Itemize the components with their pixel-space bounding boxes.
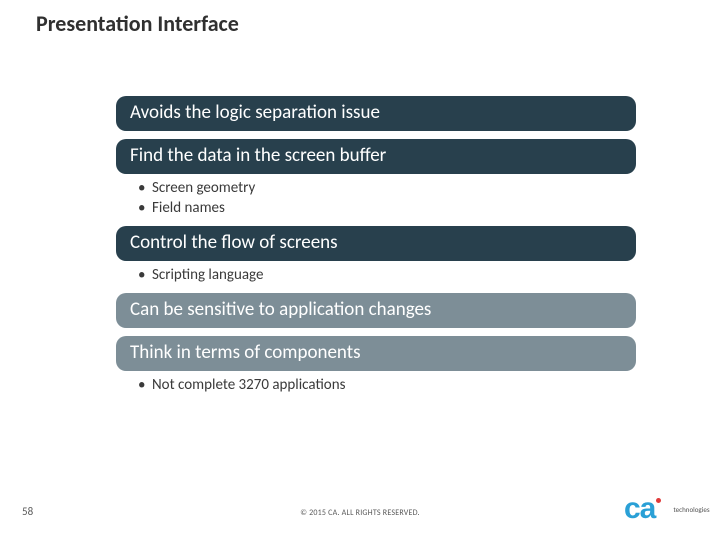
- sub-item: •Not complete 3270 applications: [138, 375, 636, 395]
- ca-logo-text: ca: [624, 492, 655, 525]
- ca-logo-dot-icon: [656, 498, 661, 503]
- sub-item: •Scripting language: [138, 265, 636, 285]
- sub-item: •Screen geometry: [138, 178, 636, 198]
- slide-content: Avoids the logic separation issue Find t…: [116, 96, 636, 403]
- point-control-flow: Control the flow of screens: [116, 226, 636, 261]
- point-find-data: Find the data in the screen buffer: [116, 139, 636, 174]
- sub-think-components: •Not complete 3270 applications: [116, 371, 636, 403]
- sub-control-flow: •Scripting language: [116, 261, 636, 293]
- sub-item-text: Not complete 3270 applications: [152, 376, 345, 394]
- slide-title: Presentation Interface: [36, 10, 239, 37]
- ca-logo-subtext: technologies: [673, 505, 709, 514]
- sub-item-text: Scripting language: [152, 266, 263, 284]
- sub-item: •Field names: [138, 198, 636, 218]
- sub-item-text: Screen geometry: [152, 179, 255, 197]
- copyright-text: © 2015 CA. ALL RIGHTS RESERVED.: [0, 508, 720, 518]
- ca-logo: ca technologies: [624, 486, 704, 532]
- sub-item-text: Field names: [152, 199, 225, 217]
- point-think-components: Think in terms of components: [116, 336, 636, 371]
- point-sensitive-changes: Can be sensitive to application changes: [116, 293, 636, 328]
- sub-find-data: •Screen geometry •Field names: [116, 174, 636, 227]
- ca-logo-mark: ca: [624, 492, 655, 526]
- point-avoids-logic: Avoids the logic separation issue: [116, 96, 636, 131]
